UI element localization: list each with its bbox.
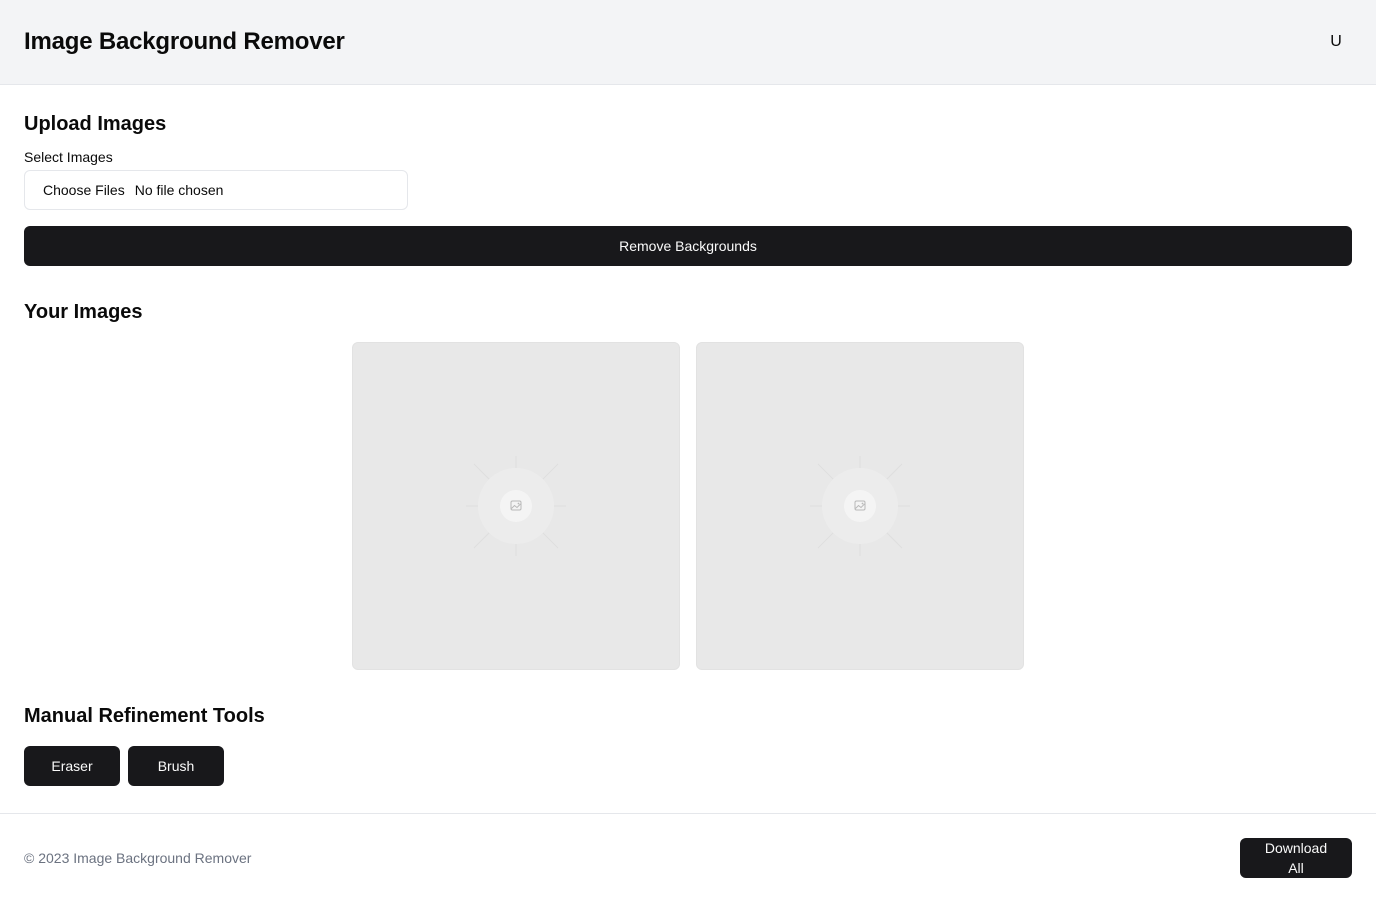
copyright-text: © 2023 Image Background Remover: [24, 850, 252, 866]
app-header: Image Background Remover U: [0, 0, 1376, 85]
user-avatar[interactable]: U: [1318, 24, 1354, 60]
image-card[interactable]: [352, 342, 680, 670]
select-images-label: Select Images: [24, 149, 113, 165]
refinement-tools-title: Manual Refinement Tools: [24, 705, 265, 727]
app-footer: © 2023 Image Background Remover Download…: [0, 813, 1376, 902]
file-input[interactable]: Choose Files No file chosen: [24, 170, 408, 210]
download-all-button[interactable]: Download All: [1240, 838, 1352, 878]
image-placeholder-icon: [466, 456, 566, 556]
remove-backgrounds-button[interactable]: Remove Backgrounds: [24, 226, 1352, 266]
image-grid: [24, 342, 1352, 670]
tool-buttons: Eraser Brush: [24, 746, 1352, 786]
upload-section-title: Upload Images: [24, 113, 167, 135]
your-images-title: Your Images: [24, 301, 143, 323]
file-status-text: No file chosen: [134, 182, 224, 198]
image-placeholder-icon: [810, 456, 910, 556]
eraser-button[interactable]: Eraser: [24, 746, 120, 786]
brush-button[interactable]: Brush: [128, 746, 224, 786]
image-card[interactable]: [696, 342, 1024, 670]
app-title: Image Background Remover: [24, 28, 345, 55]
choose-files-button[interactable]: Choose Files: [43, 182, 125, 198]
main-content: Upload Images Select Images Choose Files…: [0, 112, 1376, 786]
